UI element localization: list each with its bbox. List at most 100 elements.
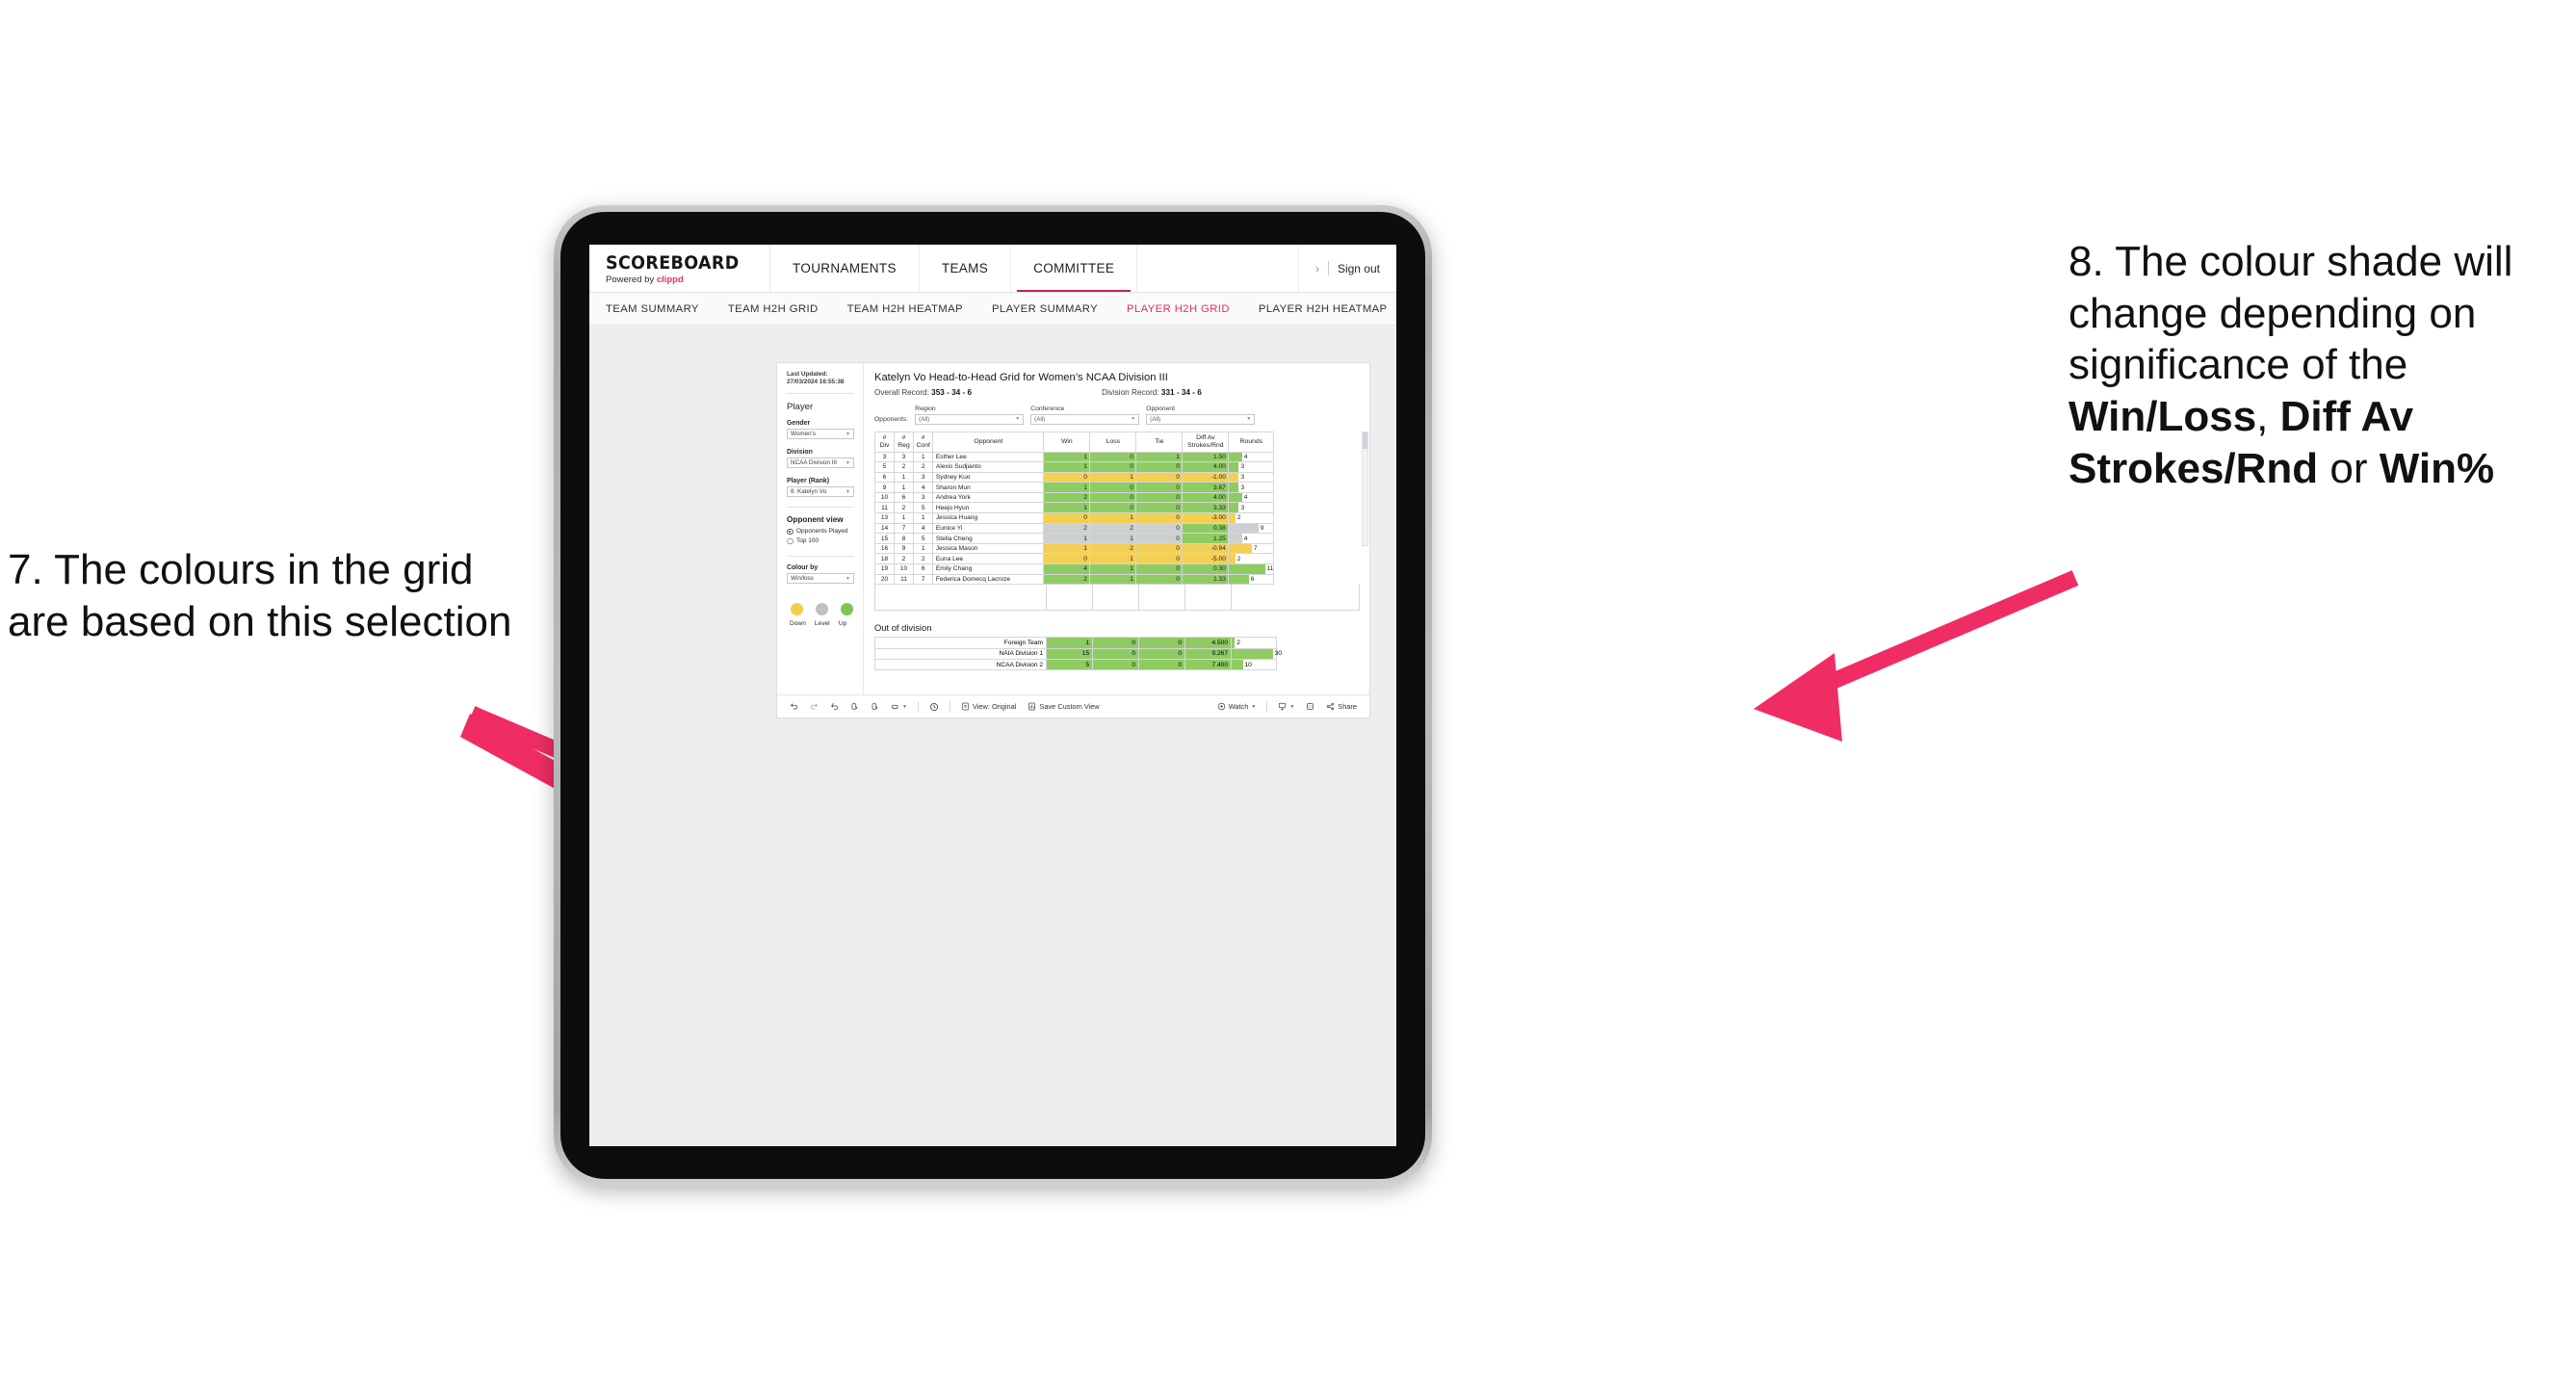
topnav-tournaments[interactable]: TOURNAMENTS bbox=[770, 245, 920, 292]
table-row[interactable]: Foreign Team 1 0 0 4.500 2 bbox=[874, 637, 1277, 649]
rounds-value: 2 bbox=[1236, 639, 1240, 646]
view-original-button[interactable]: View: Original bbox=[955, 702, 1022, 711]
table-row[interactable]: 5 2 2 Alexis Sudjianto 1 0 0 4.00 3 bbox=[874, 461, 1275, 473]
radio-opponents-played-label: Opponents Played bbox=[796, 528, 848, 536]
subnav-team-h2h-grid[interactable]: TEAM H2H GRID bbox=[728, 303, 840, 315]
brand-powered-prefix: Powered by bbox=[606, 274, 657, 285]
sign-out-link[interactable]: Sign out bbox=[1338, 262, 1380, 275]
subnav-team-h2h-heatmap[interactable]: TEAM H2H HEATMAP bbox=[847, 303, 984, 315]
rounds-bar bbox=[1229, 503, 1239, 513]
table-row[interactable]: 19 10 6 Emily Chang 4 1 0 0.30 11 bbox=[874, 563, 1275, 575]
filter-opponent-label: Opponent bbox=[1146, 405, 1176, 412]
rounds-value: 2 bbox=[1236, 514, 1241, 522]
chevron-down-icon: ▼ bbox=[902, 703, 907, 710]
legend-dot-up bbox=[841, 603, 853, 616]
topnav-tournaments-label: TOURNAMENTS bbox=[793, 261, 897, 275]
save-custom-view-button[interactable]: Save Custom View bbox=[1022, 702, 1105, 711]
view-shape-dropdown[interactable]: ▼ bbox=[885, 702, 913, 711]
subnav-team-summary[interactable]: TEAM SUMMARY bbox=[606, 303, 720, 315]
cell-win: 2 bbox=[1043, 491, 1091, 504]
table-row[interactable]: 10 6 3 Andrea York 2 0 0 4.00 4 bbox=[874, 491, 1275, 504]
col-opponent: Opponent bbox=[932, 431, 1045, 453]
table-row[interactable]: 18 2 2 Euna Lee 0 1 0 -5.00 2 bbox=[874, 553, 1275, 565]
player-rank-select[interactable]: 8. Katelyn Vo ▼ bbox=[787, 486, 854, 498]
last-updated-text: Last Updated: 27/03/2024 16:55:38 bbox=[787, 371, 845, 386]
rail-divider-1 bbox=[787, 393, 854, 395]
cell-win: 1 bbox=[1043, 533, 1091, 544]
rounds-bar bbox=[1229, 483, 1239, 492]
filter-conference-select[interactable]: (All) ▼ bbox=[1030, 414, 1140, 425]
table-row[interactable]: NCAA Division 2 5 0 0 7.400 10 bbox=[874, 658, 1277, 671]
revert-button[interactable] bbox=[824, 702, 845, 711]
cell-tie: 0 bbox=[1135, 542, 1184, 555]
subnav-player-summary[interactable]: PLAYER SUMMARY bbox=[992, 303, 1119, 315]
cell-div: 16 bbox=[874, 542, 895, 555]
share-button[interactable]: Share bbox=[1320, 702, 1363, 711]
table-row[interactable]: 3 3 1 Esther Lee 1 0 1 1.50 4 bbox=[874, 451, 1275, 463]
table-row[interactable]: 13 1 1 Jessica Huang 0 1 0 -3.00 2 bbox=[874, 512, 1275, 524]
view-original-label: View: Original bbox=[972, 702, 1017, 711]
cell-ood-loss: 0 bbox=[1092, 658, 1139, 671]
brand-logo[interactable]: SCOREBOARD Powered by clippd bbox=[589, 245, 770, 292]
topnav-teams[interactable]: TEAMS bbox=[920, 245, 1012, 292]
cell-opponent: Esther Lee bbox=[932, 451, 1045, 463]
history-button[interactable] bbox=[924, 702, 945, 712]
rounds-bar bbox=[1229, 534, 1242, 543]
table-row[interactable]: 16 9 1 Jessica Mason 1 2 0 -0.94 7 bbox=[874, 542, 1275, 555]
chevron-right-icon[interactable]: › bbox=[1315, 262, 1319, 275]
table-row[interactable]: 6 1 3 Sydney Kuo 0 1 0 -1.00 3 bbox=[874, 471, 1275, 484]
gender-select[interactable]: Women’s ▼ bbox=[787, 429, 854, 440]
cell-loss: 1 bbox=[1089, 471, 1137, 484]
cell-tie: 0 bbox=[1135, 512, 1184, 524]
pause-button[interactable] bbox=[865, 702, 885, 711]
table-row[interactable]: 11 2 5 Heejo Hyun 1 0 0 3.33 3 bbox=[874, 502, 1275, 514]
cell-win: 1 bbox=[1043, 461, 1091, 473]
undo-button[interactable] bbox=[784, 702, 804, 711]
watch-button[interactable]: Watch ▼ bbox=[1211, 702, 1262, 711]
radio-top-100[interactable]: Top 100 bbox=[787, 537, 854, 544]
colour-by-value: Win/loss bbox=[791, 575, 814, 583]
radio-icon-selected bbox=[787, 528, 794, 536]
subnav-player-h2h-heatmap[interactable]: PLAYER H2H HEATMAP bbox=[1259, 303, 1396, 315]
topnav-committee[interactable]: COMMITTEE bbox=[1011, 245, 1138, 292]
rounds-value: 4 bbox=[1243, 494, 1248, 502]
table-row[interactable]: 20 11 7 Federica Domecq Lacroze 2 1 0 1.33 6 bbox=[874, 573, 1275, 586]
legend-dot-level bbox=[816, 603, 828, 616]
cell-conf: 2 bbox=[912, 461, 934, 473]
cell-conf: 1 bbox=[912, 451, 934, 463]
download-dropdown-button[interactable]: ▼ bbox=[1272, 702, 1300, 711]
table-row[interactable]: 14 7 4 Eunice Yi 2 2 0 0.38 9 bbox=[874, 522, 1275, 535]
filter-opponent-select[interactable]: (All) ▼ bbox=[1146, 414, 1256, 425]
vertical-divider bbox=[1327, 261, 1329, 275]
grid-scrollbar-thumb[interactable] bbox=[1363, 431, 1367, 449]
division-select[interactable]: NCAA Division III ▼ bbox=[787, 458, 854, 469]
redo-button[interactable] bbox=[804, 702, 824, 711]
cell-ood-tie: 0 bbox=[1138, 647, 1185, 661]
filter-region-select[interactable]: (All) ▼ bbox=[915, 414, 1025, 425]
colour-by-select[interactable]: Win/loss ▼ bbox=[787, 573, 854, 585]
rounds-value: 10 bbox=[1244, 661, 1252, 668]
rounds-value: 9 bbox=[1260, 524, 1264, 532]
radio-opponents-played[interactable]: Opponents Played bbox=[787, 528, 854, 535]
table-row[interactable]: 9 1 4 Sharon Mun 1 0 0 3.67 3 bbox=[874, 482, 1275, 493]
table-row[interactable]: 15 8 5 Stella Cheng 1 1 0 1.25 4 bbox=[874, 533, 1275, 544]
cell-opponent: Eunice Yi bbox=[932, 522, 1045, 535]
cell-reg: 1 bbox=[894, 482, 914, 493]
annotation-right-bold3: Win% bbox=[2379, 444, 2495, 492]
player-rank-value: 8. Katelyn Vo bbox=[791, 488, 827, 496]
cell-win: 0 bbox=[1043, 553, 1091, 565]
colour-by-label: Colour by bbox=[787, 564, 819, 572]
grid-scrollbar[interactable] bbox=[1362, 431, 1368, 546]
refresh-button[interactable] bbox=[845, 702, 865, 711]
subnav-player-h2h-grid[interactable]: PLAYER H2H GRID bbox=[1127, 303, 1251, 315]
cell-ood-loss: 0 bbox=[1092, 637, 1139, 649]
grid-blank-left bbox=[875, 585, 1047, 611]
cell-loss: 0 bbox=[1089, 451, 1137, 463]
filter-region-label: Region bbox=[915, 405, 936, 412]
fullscreen-button[interactable] bbox=[1300, 702, 1320, 711]
cell-div: 14 bbox=[874, 522, 895, 535]
table-row[interactable]: NAIA Division 1 15 0 0 9.267 30 bbox=[874, 647, 1282, 661]
cell-conf: 5 bbox=[912, 502, 934, 514]
cell-ood-diff: 4.500 bbox=[1184, 637, 1232, 649]
rounds-value: 2 bbox=[1236, 555, 1241, 562]
